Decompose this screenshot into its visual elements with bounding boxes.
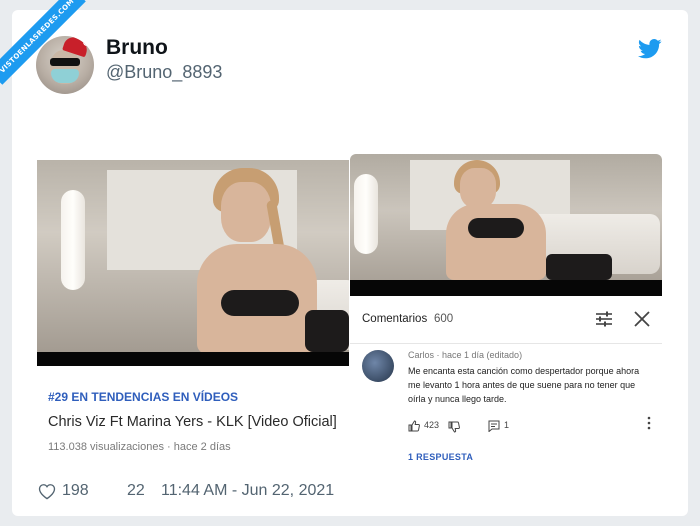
thumb-stocking bbox=[546, 254, 612, 280]
video-progress-bar[interactable] bbox=[350, 280, 662, 296]
twitter-bird-icon[interactable] bbox=[638, 38, 662, 60]
video-progress-bar[interactable] bbox=[37, 352, 349, 366]
thumb-lamp bbox=[61, 190, 85, 290]
commenter-avatar[interactable] bbox=[362, 350, 394, 382]
author-avatar[interactable] bbox=[36, 36, 94, 94]
thumb-face bbox=[460, 168, 496, 208]
thumbs-up-icon[interactable] bbox=[408, 420, 420, 432]
comment-like-count: 423 bbox=[424, 420, 440, 430]
trending-badge[interactable]: #29 EN TENDENCIAS EN VÍDEOS bbox=[48, 390, 238, 404]
author-handle[interactable]: @Bruno_8893 bbox=[106, 62, 222, 83]
avatar-mask bbox=[51, 69, 79, 83]
comment-meta: Carlos · hace 1 día (editado) bbox=[408, 350, 523, 360]
author-name[interactable]: Bruno bbox=[106, 36, 168, 60]
video-thumbnail[interactable] bbox=[37, 160, 349, 366]
video-title: Chris Viz Ft Marina Yers - KLK [Video Of… bbox=[48, 414, 337, 430]
thumbs-down-icon[interactable] bbox=[448, 421, 460, 433]
avatar-sunglasses bbox=[50, 58, 80, 66]
video-thumbnail[interactable] bbox=[350, 154, 662, 296]
view-replies-link[interactable]: 1 RESPUESTA bbox=[408, 452, 473, 462]
youtube-video-screenshot: #29 EN TENDENCIAS EN VÍDEOS Chris Viz Ft… bbox=[37, 160, 349, 466]
thumb-stocking bbox=[305, 310, 349, 352]
comments-label: Comentarios bbox=[362, 313, 428, 325]
thumb-face bbox=[221, 182, 271, 242]
comment-reply-count: 1 bbox=[504, 420, 510, 430]
like-count[interactable]: 198 bbox=[62, 482, 89, 500]
more-options-icon[interactable] bbox=[646, 416, 652, 430]
thumb-body bbox=[446, 204, 546, 280]
comments-count: 600 bbox=[434, 313, 454, 325]
reply-icon[interactable] bbox=[488, 420, 500, 432]
heart-icon[interactable] bbox=[38, 483, 56, 500]
comment-text: Me encanta esta canción como despertador… bbox=[408, 366, 640, 404]
comments-header: Comentarios 600 bbox=[350, 296, 662, 344]
close-icon[interactable] bbox=[633, 310, 651, 328]
thumb-top bbox=[468, 218, 524, 238]
avatar-hat-pompom bbox=[83, 38, 91, 46]
sort-filter-icon[interactable] bbox=[595, 311, 613, 327]
video-meta: 113.038 visualizaciones · hace 2 días bbox=[48, 441, 231, 453]
reply-count[interactable]: 22 bbox=[127, 482, 145, 500]
tweet-timestamp[interactable]: 11:44 AM - Jun 22, 2021 bbox=[161, 482, 334, 500]
thumb-top bbox=[221, 290, 299, 316]
youtube-comments-screenshot: Comentarios 600 Carlos · hace 1 día (edi… bbox=[350, 154, 662, 466]
thumb-lamp bbox=[354, 174, 378, 254]
